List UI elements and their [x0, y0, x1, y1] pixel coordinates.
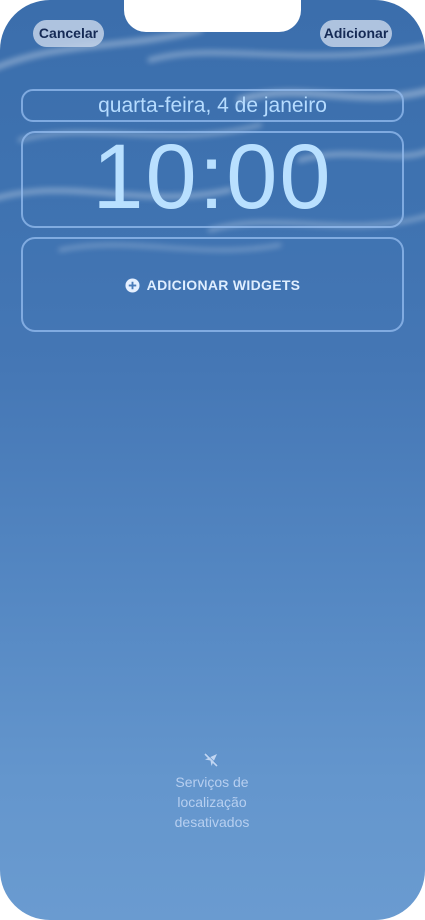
clock-slot[interactable]: 10:00	[21, 127, 404, 228]
plus-circle-icon	[125, 277, 140, 293]
lockscreen-editor: Cancelar Adicionar quarta-feira, 4 de ja…	[0, 0, 425, 920]
add-widgets-slot[interactable]: ADICIONAR WIDGETS	[21, 237, 404, 332]
location-off-icon	[204, 752, 219, 767]
device-notch	[124, 0, 301, 32]
location-status-line1: Serviços de	[175, 774, 249, 790]
add-widgets-label: ADICIONAR WIDGETS	[146, 277, 301, 293]
date-widget-slot[interactable]: quarta-feira, 4 de janeiro	[21, 89, 404, 122]
location-status-line2: localização	[177, 794, 247, 810]
add-widgets-button[interactable]: ADICIONAR WIDGETS	[23, 277, 402, 293]
cancel-button[interactable]: Cancelar	[33, 20, 104, 47]
location-status-line3: desativados	[174, 814, 250, 830]
lockscreen-date: quarta-feira, 4 de janeiro	[98, 94, 327, 117]
location-services-status: Serviços de localização desativados	[112, 772, 312, 832]
lockscreen-clock: 10:00	[92, 126, 333, 228]
add-button[interactable]: Adicionar	[320, 20, 392, 47]
